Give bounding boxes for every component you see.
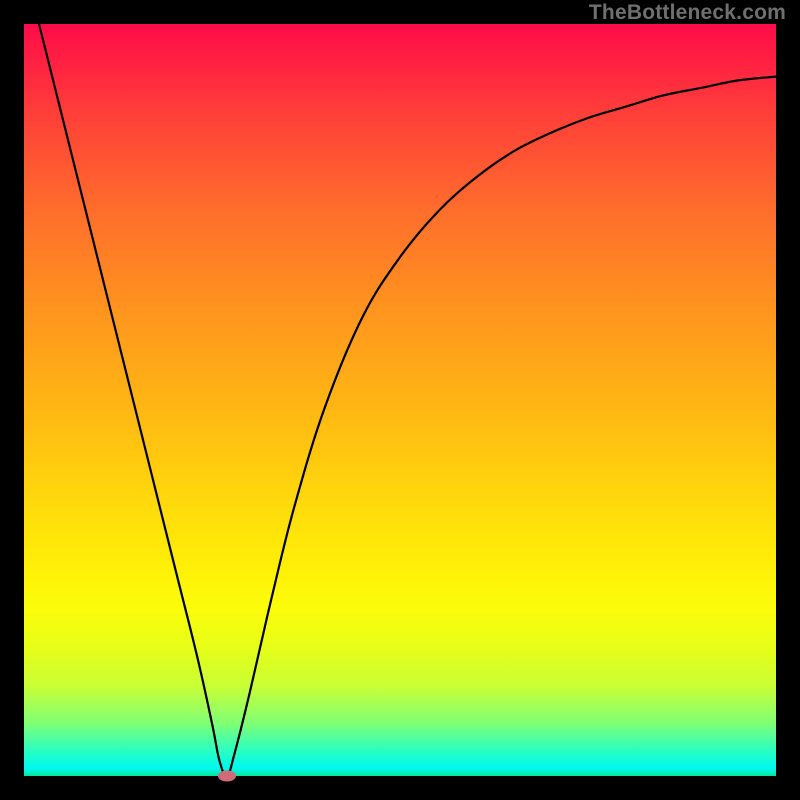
bottleneck-curve	[24, 24, 776, 776]
chart-frame: TheBottleneck.com	[0, 0, 800, 800]
watermark-text: TheBottleneck.com	[589, 1, 786, 25]
plot-area	[24, 24, 776, 776]
min-marker	[218, 771, 236, 782]
curve-path	[39, 24, 776, 776]
